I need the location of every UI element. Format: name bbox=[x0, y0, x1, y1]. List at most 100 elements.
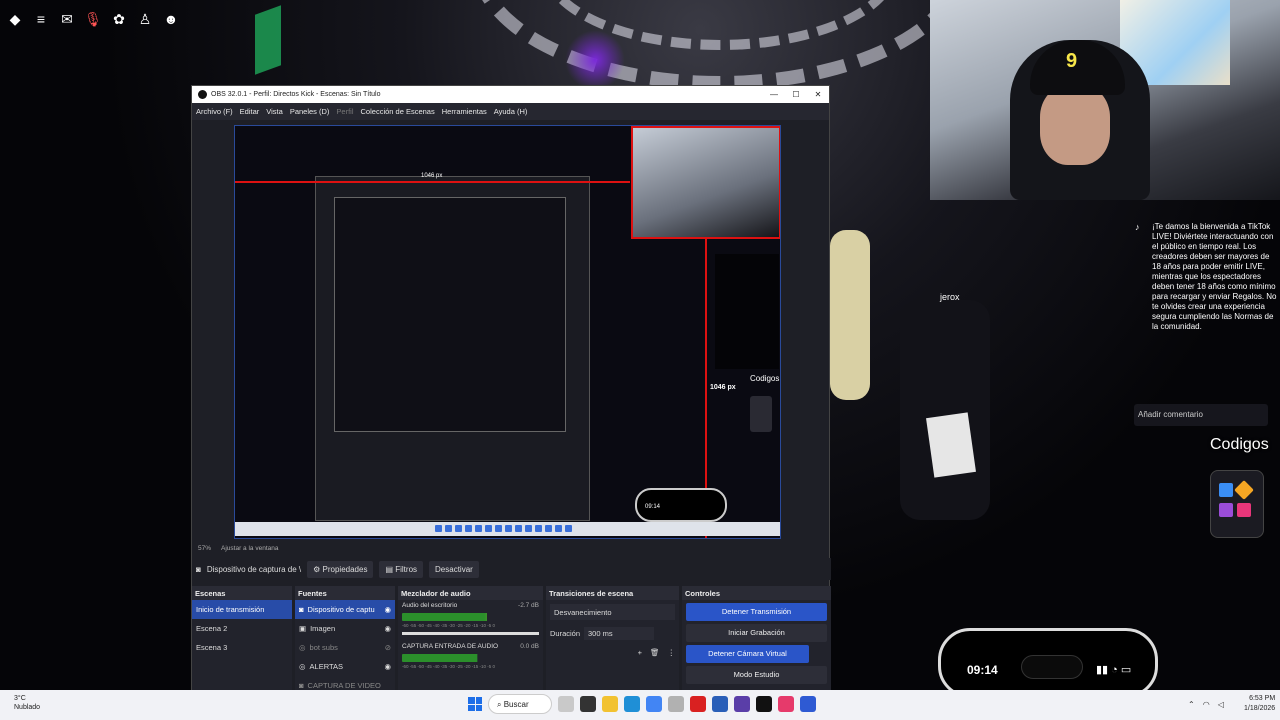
streamer-face bbox=[1040, 85, 1110, 165]
app-icon[interactable] bbox=[800, 696, 816, 712]
chat-icon[interactable]: ✉ bbox=[58, 10, 76, 28]
comment-input[interactable]: Añadir comentario bbox=[1134, 404, 1268, 426]
store-icon[interactable] bbox=[668, 696, 684, 712]
obs-title: OBS 32.0.1 - Perfil: Directos Kick - Esc… bbox=[211, 91, 381, 98]
maximize-button[interactable]: ☐ bbox=[785, 90, 807, 99]
wifi-icon[interactable]: ◠ bbox=[1203, 700, 1210, 709]
phone-time: 09:14 bbox=[967, 663, 998, 677]
dynamic-island bbox=[1021, 655, 1083, 679]
source-item[interactable]: ▣ Imagen ◉ bbox=[295, 619, 395, 638]
menu-icon[interactable]: ≡ bbox=[32, 10, 50, 28]
studio-mode-button[interactable]: Modo Estudio bbox=[686, 666, 827, 684]
menu-paneles[interactable]: Paneles (D) bbox=[290, 107, 330, 116]
volume-slider[interactable] bbox=[402, 632, 539, 635]
transition-select[interactable]: Desvanecimiento bbox=[550, 604, 675, 620]
phone-overlay: 09:14 ▮▮ ◔ ▭ bbox=[938, 628, 1158, 698]
widgets-icon[interactable] bbox=[558, 696, 574, 712]
tiktok-studio-icon[interactable] bbox=[778, 696, 794, 712]
task-view-icon[interactable] bbox=[580, 696, 596, 712]
source-item[interactable]: ◎ bot subs ⊘ bbox=[295, 638, 395, 657]
menu-vista[interactable]: Vista bbox=[266, 107, 283, 116]
edge-icon[interactable] bbox=[624, 696, 640, 712]
blue-app-icon[interactable] bbox=[712, 696, 728, 712]
tiktok-welcome-message: ♪ ¡Te damos la bienvenida a TikTok LIVE!… bbox=[1135, 222, 1280, 332]
phone-status-icons: ▮▮ ◔ ▭ bbox=[1096, 664, 1132, 676]
roblox-logo-icon[interactable]: ◆ bbox=[6, 10, 24, 28]
exit-sign bbox=[255, 5, 281, 75]
tray-chevron-icon[interactable]: ⌃ bbox=[1188, 700, 1195, 709]
volume-meter bbox=[402, 654, 478, 662]
obs-preview[interactable]: 1046 px 1046 px Codigos 09:14 bbox=[234, 125, 781, 539]
properties-button[interactable]: ⚙ Propiedades bbox=[307, 560, 374, 578]
menu-archivo[interactable]: Archivo (F) bbox=[196, 107, 233, 116]
temperature: 3°C bbox=[14, 695, 26, 702]
start-icon[interactable] bbox=[468, 697, 482, 711]
codigos-label: Codigos bbox=[1210, 436, 1269, 453]
start-recording-button[interactable]: Iniciar Grabación bbox=[686, 624, 827, 642]
taskbar-search[interactable]: ⌕ Buscar bbox=[488, 694, 552, 714]
more-icon[interactable]: ⋮ bbox=[668, 648, 676, 657]
zoom-value[interactable]: 57% bbox=[198, 545, 211, 552]
transitions-title: Transiciones de escena bbox=[546, 586, 679, 600]
scene-item[interactable]: Escena 2 bbox=[192, 619, 292, 638]
close-button[interactable]: ✕ bbox=[807, 90, 829, 99]
menu-ayuda[interactable]: Ayuda (H) bbox=[494, 107, 528, 116]
codigos-app-icon[interactable] bbox=[1210, 470, 1264, 538]
scene-item[interactable]: Escena 3 bbox=[192, 638, 292, 657]
taskbar-apps: ⌕ Buscar bbox=[468, 694, 816, 714]
webcam-feed: 9 bbox=[930, 0, 1280, 200]
filters-button[interactable]: ▤ Filtros bbox=[379, 560, 424, 578]
scenes-dock: Escenas Inicio de transmisión Escena 2 E… bbox=[192, 586, 292, 692]
preview-phone-time: 09:14 bbox=[645, 504, 661, 510]
deactivate-button[interactable]: Desactivar bbox=[429, 560, 479, 578]
menu-perfil[interactable]: Perfil bbox=[336, 107, 353, 116]
duration-row: Duración 300 ms bbox=[546, 624, 679, 643]
obs-logo-icon bbox=[198, 90, 207, 99]
stop-virtual-camera-button[interactable]: Detener Cámara Virtual bbox=[686, 645, 809, 663]
mic-muted-icon[interactable]: 🎙 bbox=[84, 10, 102, 28]
scene-item[interactable]: Inicio de transmisión bbox=[192, 600, 292, 619]
preview-webcam-source[interactable] bbox=[631, 126, 780, 239]
roblox-topbar: ◆ ≡ ✉ 🎙 ✿ ♙ ☻ bbox=[6, 10, 180, 28]
backpack-icon[interactable]: ♙ bbox=[136, 10, 154, 28]
guide-distance-label: 1046 px bbox=[710, 384, 736, 391]
volume-meter bbox=[402, 613, 487, 621]
obs-titlebar: OBS 32.0.1 - Perfil: Directos Kick - Esc… bbox=[192, 86, 829, 103]
menu-editar[interactable]: Editar bbox=[240, 107, 260, 116]
stop-streaming-button[interactable]: Detener Transmisión bbox=[686, 603, 827, 621]
windows-taskbar: 3°C Nublado ⌕ Buscar ⌃ ◠ ◁ 6:53 PM 1/18/… bbox=[0, 690, 1280, 720]
transition-actions: + 🗑 ⋮ bbox=[546, 643, 679, 662]
duration-input[interactable]: 300 ms bbox=[584, 627, 655, 640]
delete-icon[interactable]: 🗑 bbox=[650, 648, 660, 657]
source-item[interactable]: ◎ ALERTAS ◉ bbox=[295, 657, 395, 676]
obs-taskbar-icon[interactable] bbox=[756, 696, 772, 712]
players-icon[interactable]: ☻ bbox=[162, 10, 180, 28]
add-icon[interactable]: + bbox=[638, 648, 642, 657]
tiktok-welcome-text: ¡Te damos la bienvenida a TikTok LIVE! D… bbox=[1152, 222, 1277, 331]
menu-herramientas[interactable]: Herramientas bbox=[442, 107, 487, 116]
emote-icon[interactable]: ✿ bbox=[110, 10, 128, 28]
mixer-channel: Audio del escritorio -2.7 dB bbox=[402, 602, 539, 609]
meter-scale: -60 -55 -50 -45 -40 -35 -30 -25 -20 -15 … bbox=[402, 664, 496, 669]
weather-widget[interactable]: 3°C Nublado bbox=[14, 694, 40, 712]
vscode-icon[interactable] bbox=[734, 696, 750, 712]
volume-icon[interactable]: ◁ bbox=[1218, 700, 1224, 709]
taskbar-clock[interactable]: 6:53 PM 1/18/2026 bbox=[1244, 694, 1275, 714]
fit-to-window[interactable]: Ajustar a la ventana bbox=[221, 545, 278, 552]
preview-phone-overlay: 09:14 bbox=[635, 488, 727, 522]
chrome-icon[interactable] bbox=[646, 696, 662, 712]
file-explorer-icon[interactable] bbox=[602, 696, 618, 712]
obs-menubar: Archivo (F) Editar Vista Paneles (D) Per… bbox=[192, 103, 829, 120]
preview-tiktok-message bbox=[715, 254, 779, 369]
sources-dock: Fuentes ◙ Dispositivo de captu ◉ ▣ Imagen ◉ … bbox=[295, 586, 395, 692]
sources-title: Fuentes bbox=[295, 586, 395, 600]
visibility-icon: ◉ bbox=[384, 662, 391, 671]
avatar-yellow bbox=[830, 230, 870, 400]
visibility-icon: ◉ bbox=[384, 624, 391, 633]
red-app-icon[interactable] bbox=[690, 696, 706, 712]
minimize-button[interactable]: — bbox=[763, 90, 785, 99]
menu-coleccion-escenas[interactable]: Colección de Escenas bbox=[361, 107, 435, 116]
mixer-title: Mezclador de audio bbox=[398, 586, 543, 600]
source-item[interactable]: ◙ Dispositivo de captu ◉ bbox=[295, 600, 395, 619]
system-tray: ⌃ ◠ ◁ bbox=[1188, 700, 1224, 709]
